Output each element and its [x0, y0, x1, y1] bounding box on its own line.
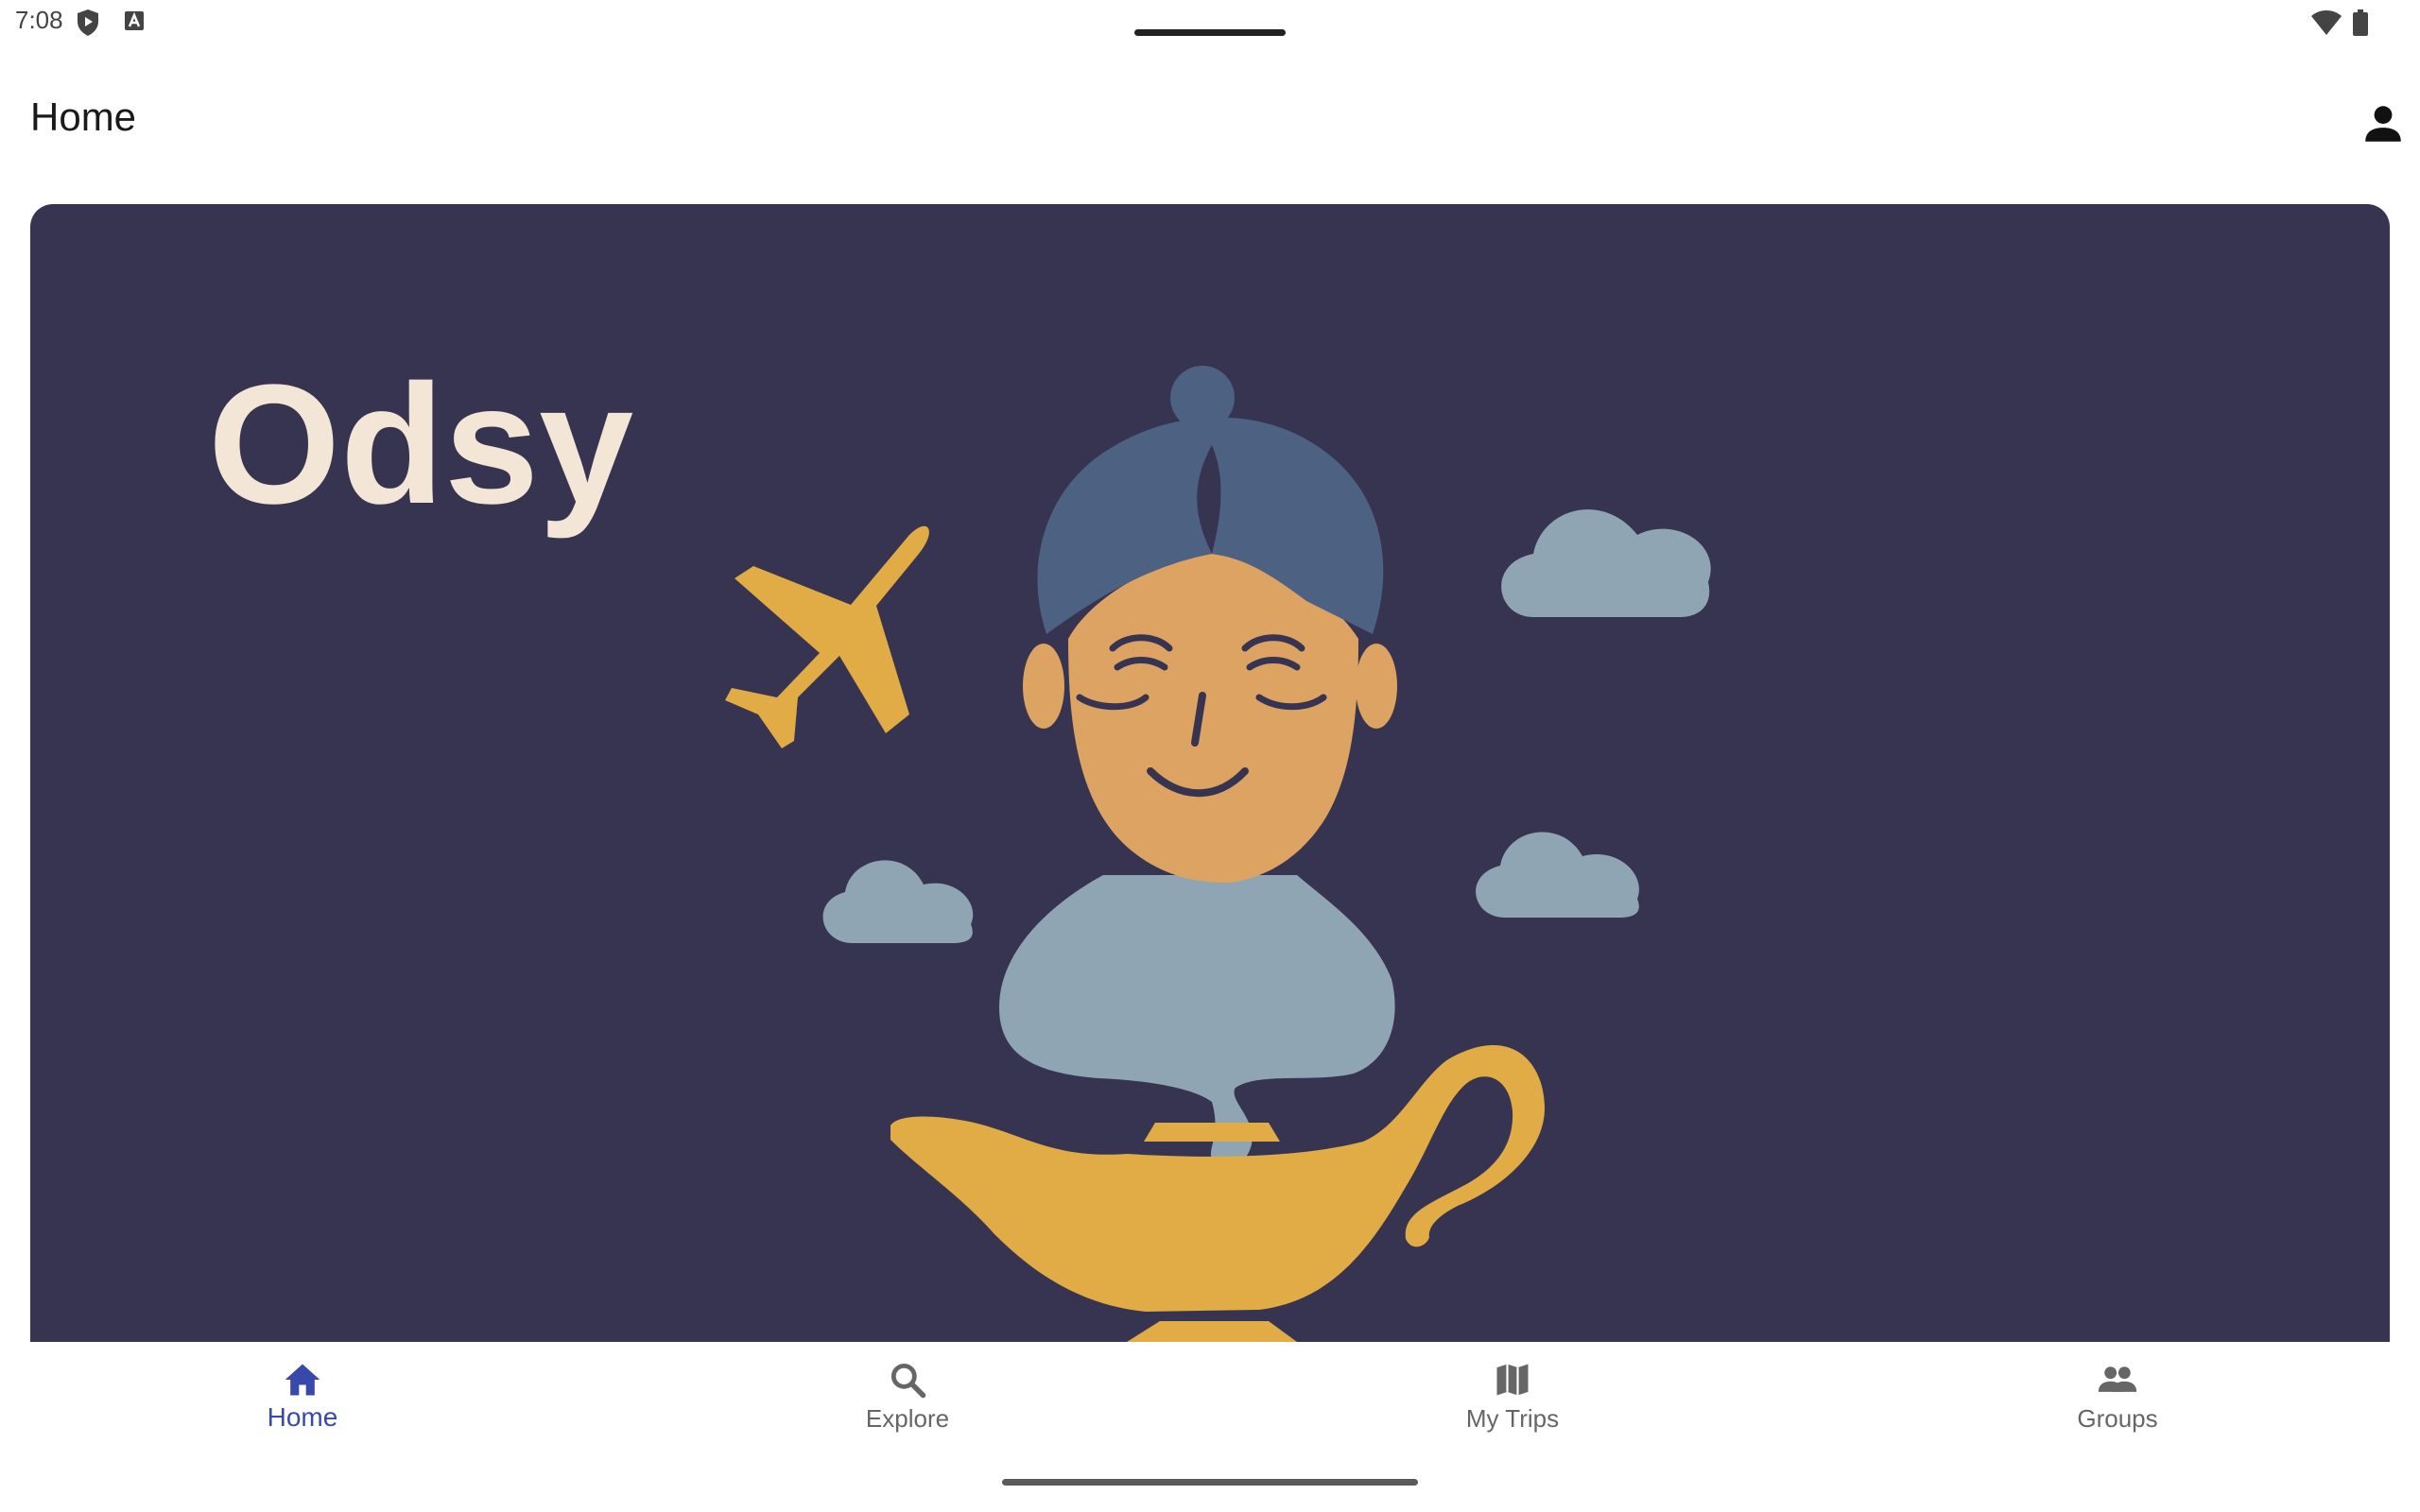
genie-ear-left [1023, 644, 1064, 729]
shield-play-icon [78, 9, 98, 36]
genie-illustration: Odsy [208, 350, 1711, 1342]
page-title: Home [30, 94, 137, 139]
app-bar: Home [0, 66, 2420, 180]
genie-smoke [999, 875, 1395, 1159]
gesture-handle [1002, 1479, 1418, 1486]
a-box-icon [125, 11, 144, 30]
logo-text: Odsy [208, 350, 633, 540]
wifi-icon [2311, 10, 2342, 35]
nav-item-my-trips[interactable]: My Trips [1210, 1342, 1815, 1474]
genie-ear-right [1356, 644, 1397, 729]
airplane-icon [725, 525, 929, 748]
groups-icon [2098, 1366, 2137, 1392]
search-icon [890, 1363, 926, 1399]
nav-item-home[interactable]: Home [0, 1342, 605, 1474]
home-icon [285, 1364, 320, 1396]
status-time: 7:08 [15, 6, 63, 34]
map-icon [1496, 1364, 1529, 1396]
nav-item-groups[interactable]: Groups [1815, 1342, 2420, 1474]
hero-banner[interactable]: Odsy [30, 204, 2390, 1342]
bottom-navigation: Home Explore My Trips Groups [0, 1342, 2420, 1474]
nav-item-explore[interactable]: Explore [605, 1342, 1210, 1474]
nav-label-groups: Groups [2077, 1404, 2158, 1433]
top-handle [1134, 29, 1286, 36]
person-icon[interactable] [2360, 100, 2407, 147]
nav-label-my-trips: My Trips [1465, 1404, 1560, 1433]
nav-label-explore: Explore [865, 1404, 950, 1433]
status-bar: 7:08 [0, 0, 2420, 47]
battery-icon [2353, 9, 2368, 36]
nav-label-home: Home [267, 1402, 338, 1432]
